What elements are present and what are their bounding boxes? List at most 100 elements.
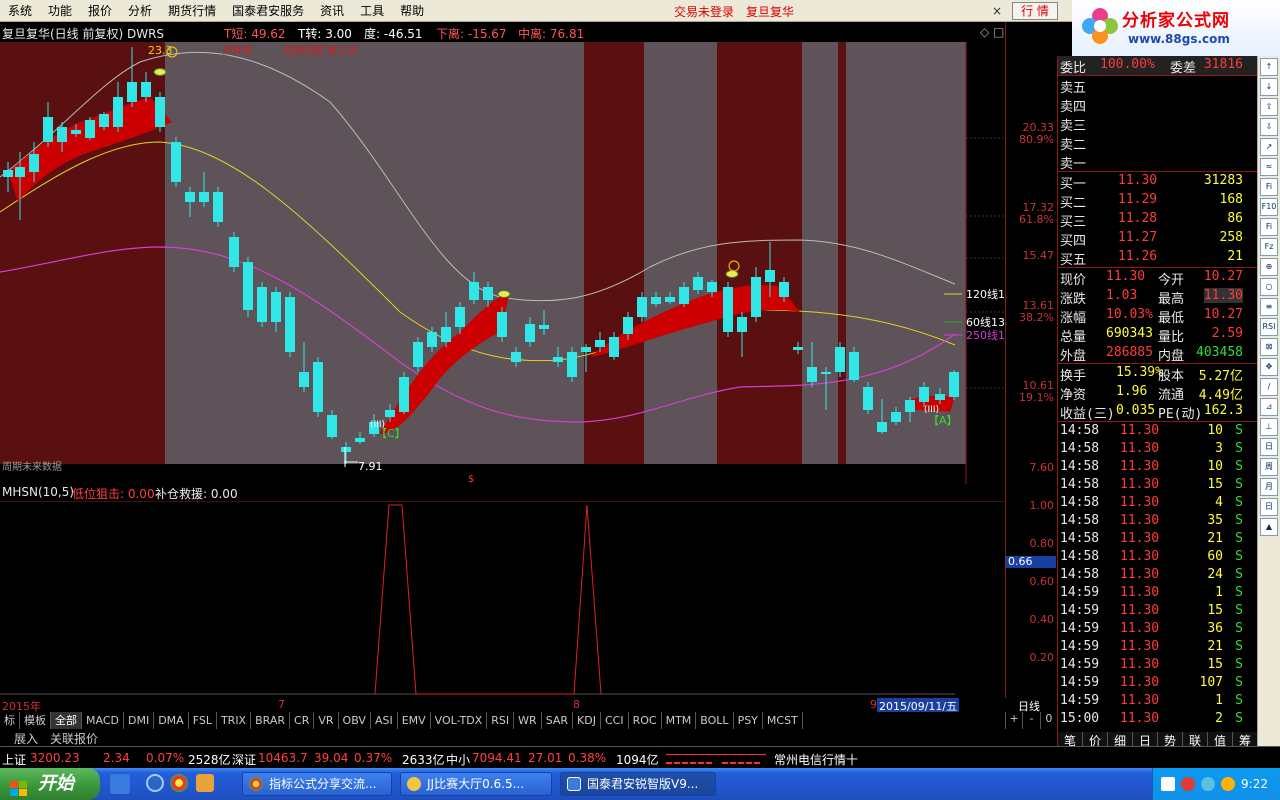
candle-body — [539, 325, 549, 329]
menu-help[interactable]: 帮助 — [392, 0, 432, 22]
tab-标[interactable]: 标 — [0, 712, 20, 729]
chart-corner-controls[interactable]: ◇ □ — [980, 25, 1004, 39]
start-button[interactable]: 开始 — [0, 768, 100, 800]
tab-roc[interactable]: ROC — [629, 712, 662, 729]
chrome-quick-icon[interactable] — [170, 774, 188, 792]
clock[interactable]: 9:22 — [1241, 777, 1268, 791]
close-icon[interactable]: × — [992, 4, 1002, 18]
signal-ingot-icon — [153, 68, 167, 76]
tab-macd[interactable]: MACD — [82, 712, 124, 729]
reset-button[interactable]: 0 — [1039, 712, 1057, 729]
tab-模板[interactable]: 模板 — [20, 712, 51, 729]
toolbar-tool-icon[interactable]: ⇧ — [1260, 98, 1278, 116]
toolbar-tool-icon[interactable]: / — [1260, 378, 1278, 396]
network-icon[interactable] — [1161, 777, 1175, 791]
trade-login-status[interactable]: 交易未登录 — [674, 3, 734, 20]
toolbar-tool-icon[interactable]: ○ — [1260, 278, 1278, 296]
ma120-label: 120线1 — [966, 287, 1005, 301]
toolbar-tool-icon[interactable]: Fi — [1260, 178, 1278, 196]
toolbar-tool-icon[interactable]: 月 — [1260, 478, 1278, 496]
tab-sar[interactable]: SAR — [542, 712, 574, 729]
toolbar-tool-icon[interactable]: 日 — [1260, 438, 1278, 456]
menu-tools[interactable]: 工具 — [352, 0, 392, 22]
tab-mcst[interactable]: MCST — [763, 712, 803, 729]
tab-rsi[interactable]: RSI — [487, 712, 515, 729]
toolbar-tool-icon[interactable]: ⊠ — [1260, 338, 1278, 356]
kline-chart[interactable]: 23.37.91120线160线13250线1【C】【A】(III)(III)周… — [0, 42, 1005, 484]
task-button-forum[interactable]: 指标公式分享交流... — [242, 772, 392, 796]
tab-boll[interactable]: BOLL — [696, 712, 734, 729]
zx-label: 中小 — [446, 753, 471, 767]
candle-body — [751, 277, 761, 317]
menu-futures[interactable]: 期货行情 — [160, 0, 224, 22]
toolbar-tool-icon[interactable]: ⊥ — [1260, 418, 1278, 436]
tick-side: S — [1235, 711, 1243, 726]
menu-system[interactable]: 系统 — [0, 0, 40, 22]
candle-body — [723, 287, 733, 332]
zoom-out-button[interactable]: - — [1022, 712, 1039, 729]
toolbar-tool-icon[interactable]: ⊿ — [1260, 398, 1278, 416]
indicator-item-1: 低位狙击: 0.00 — [72, 487, 155, 501]
toolbar-tool-icon[interactable]: RSI — [1260, 318, 1278, 336]
top-price-marker: 23.3 — [148, 44, 173, 57]
candle-body — [807, 367, 817, 382]
linked-quote-button[interactable]: 关联报价 — [50, 730, 98, 747]
toolbar-tool-icon[interactable]: ⇩ — [1260, 118, 1278, 136]
tab-cci[interactable]: CCI — [601, 712, 629, 729]
toolbar-tool-icon[interactable]: F10 — [1260, 198, 1278, 216]
show-desktop-icon[interactable] — [110, 774, 130, 794]
toolbar-tool-icon[interactable]: ↑ — [1260, 58, 1278, 76]
task-button-gtja[interactable]: 国泰君安锐智版V9... — [560, 772, 716, 796]
tab-obv[interactable]: OBV — [339, 712, 371, 729]
candle-body — [141, 82, 151, 97]
tab-vr[interactable]: VR — [314, 712, 339, 729]
tab-kdj[interactable]: KDJ — [573, 712, 601, 729]
app-quick-icon[interactable] — [196, 774, 214, 792]
volume-icon[interactable] — [1221, 777, 1235, 791]
toolbar-tool-icon[interactable]: ≡ — [1260, 298, 1278, 316]
menu-service[interactable]: 国泰君安服务 — [224, 0, 312, 22]
toolbar-tool-icon[interactable]: Fi — [1260, 218, 1278, 236]
tab-psy[interactable]: PSY — [734, 712, 763, 729]
tab-dma[interactable]: DMA — [154, 712, 189, 729]
menu-news[interactable]: 资讯 — [312, 0, 352, 22]
tab-wr[interactable]: WR — [514, 712, 542, 729]
toolbar-tool-icon[interactable]: ↓ — [1260, 78, 1278, 96]
quote-button[interactable]: 行 情 — [1012, 2, 1058, 20]
indicator-chart[interactable] — [0, 501, 1005, 697]
tab-brar[interactable]: BRAR — [251, 712, 291, 729]
tab-cr[interactable]: CR — [290, 712, 315, 729]
toolbar-tool-icon[interactable]: 日 — [1260, 498, 1278, 516]
task-button-jj[interactable]: JJ比赛大厅0.6.5... — [400, 772, 552, 796]
tab-mtm[interactable]: MTM — [662, 712, 697, 729]
tab-fsl[interactable]: FSL — [189, 712, 217, 729]
qq-icon[interactable] — [1201, 777, 1215, 791]
bid-diff-label: 委差 — [1170, 61, 1197, 76]
toolbar-tool-icon[interactable]: ✥ — [1260, 358, 1278, 376]
tick-price: 11.30 — [1120, 477, 1160, 492]
zoom-in-button[interactable]: + — [1005, 712, 1022, 729]
menu-function[interactable]: 功能 — [40, 0, 80, 22]
toolbar-tool-icon[interactable]: Fz — [1260, 238, 1278, 256]
tab-vol-tdx[interactable]: VOL-TDX — [431, 712, 488, 729]
toolbar-tool-icon[interactable]: ▲ — [1260, 518, 1278, 536]
security-icon[interactable] — [1181, 777, 1195, 791]
toolbar-tool-icon[interactable]: ⊕ — [1260, 258, 1278, 276]
tab-asi[interactable]: ASI — [371, 712, 398, 729]
tab-emv[interactable]: EMV — [398, 712, 431, 729]
menu-analysis[interactable]: 分析 — [120, 0, 160, 22]
tick-time: 14:59 — [1060, 621, 1100, 636]
toolbar-tool-icon[interactable]: ↗ — [1260, 138, 1278, 156]
toolbar-tool-icon[interactable]: 周 — [1260, 458, 1278, 476]
brand-url[interactable]: www.88gs.com — [1128, 32, 1230, 46]
tick-row: 14:58 11.30 15 S — [1058, 476, 1257, 494]
tick-time: 14:59 — [1060, 639, 1100, 654]
tab-dmi[interactable]: DMI — [124, 712, 155, 729]
menu-quote[interactable]: 报价 — [80, 0, 120, 22]
browser-quick-icon[interactable] — [146, 774, 164, 792]
expand-button[interactable]: 展入 — [14, 730, 38, 747]
start-label: 开始 — [38, 773, 74, 794]
tab-全部[interactable]: 全部 — [51, 712, 82, 729]
toolbar-tool-icon[interactable]: ≈ — [1260, 158, 1278, 176]
tab-trix[interactable]: TRIX — [217, 712, 252, 729]
